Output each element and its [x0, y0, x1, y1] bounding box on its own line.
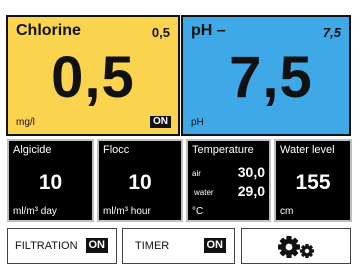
ph-panel[interactable]: pH – 7,5 7,5 pH	[181, 15, 351, 136]
water-level-label: Water level	[280, 144, 335, 156]
air-label: air	[192, 169, 201, 178]
temperature-label: Temperature	[192, 144, 254, 156]
flocc-tile[interactable]: Flocc 10 ml/m³ hour	[97, 139, 183, 222]
water-label: water	[194, 188, 214, 197]
water-temperature-row: water 29,0	[192, 181, 265, 199]
water-level-tile[interactable]: Water level 155 cm	[274, 139, 352, 222]
chlorine-status-badge: ON	[150, 116, 171, 128]
algicide-unit: ml/m³ day	[13, 206, 57, 217]
water-level-value: 155	[295, 171, 331, 194]
timer-button[interactable]: TIMER ON	[122, 228, 235, 264]
temperature-unit: °C	[192, 206, 204, 217]
gears-icon	[278, 236, 314, 258]
algicide-label: Algicide	[13, 144, 52, 156]
flocc-value: 10	[128, 171, 152, 194]
temperature-tile[interactable]: Temperature air 30,0 water 29,0 °C	[186, 139, 271, 222]
filtration-button[interactable]: FILTRATION ON	[7, 228, 117, 264]
algicide-value: 10	[38, 171, 63, 194]
filtration-label: FILTRATION	[15, 240, 78, 252]
chlorine-panel[interactable]: Chlorine 0,5 0,5 mg/l ON	[6, 15, 180, 136]
filtration-status-badge: ON	[85, 238, 108, 253]
water-temperature-value: 29,0	[237, 183, 265, 199]
settings-button[interactable]	[241, 228, 351, 264]
water-level-unit: cm	[280, 206, 294, 217]
air-temperature-value: 30,0	[237, 164, 265, 180]
chlorine-setpoint: 0,5	[151, 25, 170, 40]
timer-status-badge: ON	[203, 238, 226, 253]
ph-unit: pH	[191, 117, 204, 128]
flocc-label: Flocc	[103, 144, 130, 156]
ph-title: pH –	[191, 22, 226, 39]
algicide-tile[interactable]: Algicide 10 ml/m³ day	[7, 139, 94, 222]
flocc-unit: ml/m³ hour	[103, 206, 151, 217]
ph-value: 7,5	[229, 45, 313, 110]
timer-label: TIMER	[135, 240, 170, 252]
air-temperature-row: air 30,0	[192, 162, 265, 180]
ph-setpoint: 7,5	[322, 25, 341, 40]
chlorine-value: 0,5	[51, 45, 135, 110]
chlorine-title: Chlorine	[16, 22, 81, 39]
chlorine-unit: mg/l	[16, 117, 35, 128]
